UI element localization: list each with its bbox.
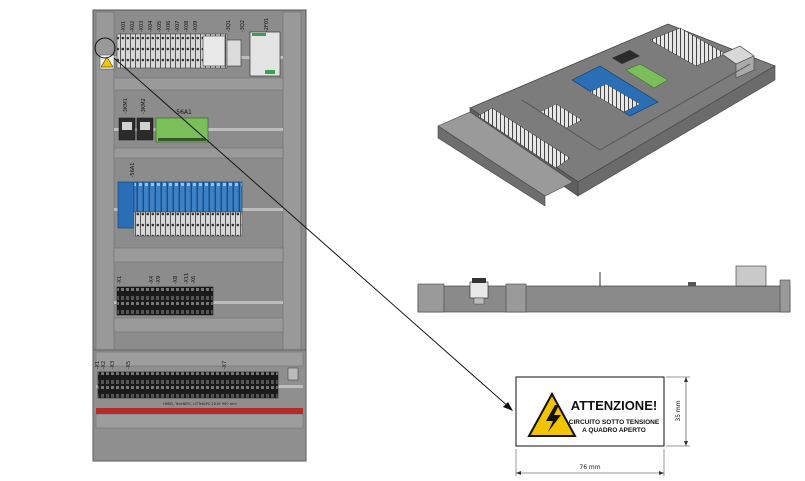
duct-h4 (113, 317, 284, 333)
io-board-connector (158, 138, 206, 141)
dim-arrow-t (684, 377, 688, 382)
dim-arrow-b (684, 441, 688, 446)
tag-label: -3KM2 (141, 98, 147, 114)
plc-terminals (133, 211, 243, 237)
tag-label: -X07 (175, 21, 181, 32)
tag-label: -X05 (157, 21, 163, 32)
isometric-view (437, 23, 776, 207)
tag-label: -3KM1 (123, 98, 129, 114)
side-psu (735, 265, 767, 287)
side-small-part (688, 282, 696, 286)
tag-label: -X06 (166, 21, 172, 32)
tag-label: -X8 (173, 276, 179, 284)
plc-io-modules (133, 181, 243, 213)
tag-label: -X5 (126, 361, 132, 369)
right-duct (282, 11, 302, 351)
side-mid-block (505, 283, 527, 313)
dim-arrow-l (516, 471, 521, 475)
tag-label: -X02 (130, 21, 136, 32)
tag-label: -X2 (101, 361, 107, 369)
duct-h3 (113, 247, 284, 263)
psu-connector-top (252, 33, 266, 36)
relay-window-1 (122, 122, 132, 130)
dim-width-text: 76 mm (579, 464, 600, 471)
tag-label: -2F01 (264, 18, 270, 32)
bottom-terminal-end (287, 367, 299, 381)
tag-label: -X6 (191, 276, 197, 284)
tag-label: -X4 (149, 276, 155, 284)
tag-label: -3Q1 (226, 20, 232, 32)
tag-label: -3Q2 (240, 20, 246, 32)
tag-label: -X1 (117, 276, 123, 284)
breaker-3q1 (202, 35, 226, 67)
tag-label: -X9 (156, 276, 162, 284)
rail-label: HMID, TereNIPC, UTTeNIPC 2016 900 mm (163, 402, 237, 406)
tag-label: -X7 (222, 361, 228, 369)
warning-label-detail: ATTENZIONE! CIRCUITO SOTTO TENSIONE A QU… (515, 376, 690, 476)
plc-cpu (117, 181, 135, 229)
tag-label: -X3 (110, 361, 116, 369)
tag-label: -X04 (148, 21, 154, 32)
tag-label: -X08 (184, 21, 190, 32)
tag-label: -X01 (121, 21, 127, 32)
duct-h2 (113, 147, 284, 159)
side-right-block (779, 279, 791, 313)
breaker-3q2 (226, 39, 242, 67)
label-line1: CIRCUITO SOTTO TENSIONE (569, 419, 660, 426)
side-view (417, 265, 791, 313)
psu-connector (265, 70, 275, 74)
io-board-tag: -56A1 (174, 109, 192, 116)
tag-label: -X11 (184, 273, 190, 284)
side-left-block (417, 283, 445, 313)
tag-label: -X09 (193, 21, 199, 32)
bottom-terminal-strip (97, 371, 279, 399)
dim-arrow-r (659, 471, 664, 475)
cabinet-drawing: HMID, TereNIPC, UTTeNIPC 2016 900 mm -X0… (92, 9, 791, 476)
label-title: ATTENZIONE! (571, 398, 657, 413)
lower-duct-bottom (95, 413, 304, 429)
relay-window-2 (140, 122, 150, 130)
dim-height-text: 35 mm (675, 400, 682, 421)
label-line2: A QUADRO APERTO (582, 427, 646, 434)
front-view: HMID, TereNIPC, UTTeNIPC 2016 900 mm -X0… (92, 9, 307, 462)
lower-terminal-strip (116, 286, 214, 316)
red-rail (96, 408, 303, 414)
tag-label: -X03 (139, 21, 145, 32)
power-supply (249, 31, 281, 77)
plc-tag: -56A1 (130, 163, 136, 178)
